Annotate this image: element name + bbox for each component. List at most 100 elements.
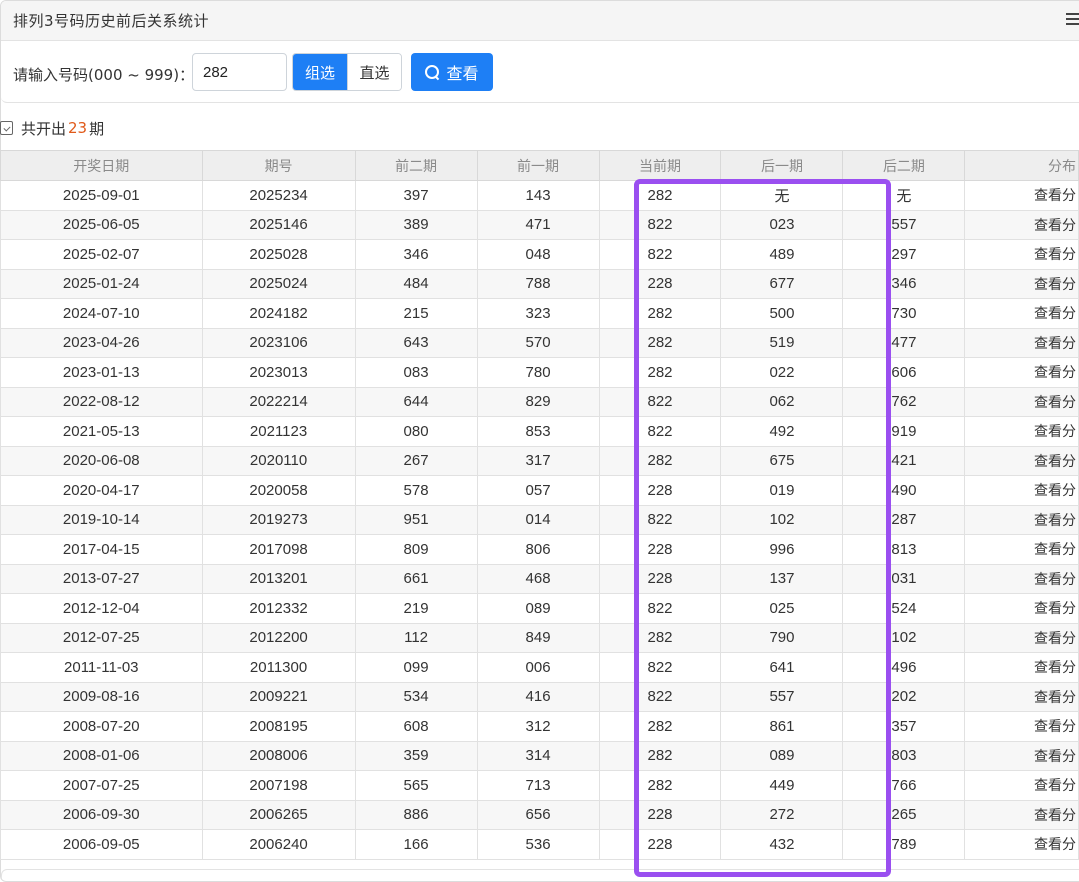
cell-current: 282 xyxy=(598,622,722,653)
cell-next1: 677 xyxy=(720,268,844,299)
cell-prev1: 057 xyxy=(476,475,600,506)
view-distribution-link[interactable]: 查看分 xyxy=(964,268,1079,299)
table-row: 2012-07-25 2012200 112 849 282 790 102 查看分 xyxy=(0,622,1079,653)
number-input[interactable] xyxy=(192,53,287,91)
column-header-next1[interactable]: 后一期 xyxy=(720,150,844,181)
cell-prev2: 578 xyxy=(354,475,478,506)
table-row: 2011-11-03 2011300 099 006 822 641 496 查看分 xyxy=(0,652,1079,683)
menu-icon[interactable] xyxy=(1066,11,1079,27)
cell-prev2: 484 xyxy=(354,268,478,299)
column-header-issue[interactable]: 期号 xyxy=(201,150,356,181)
cell-prev2: 346 xyxy=(354,239,478,270)
cell-next2: 803 xyxy=(842,740,966,771)
cell-prev2: 886 xyxy=(354,799,478,830)
cell-issue: 2023106 xyxy=(201,327,356,358)
cell-current: 228 xyxy=(598,534,722,565)
cell-date: 2007-07-25 xyxy=(0,770,203,801)
view-distribution-link[interactable]: 查看分 xyxy=(964,180,1079,211)
cell-prev2: 643 xyxy=(354,327,478,358)
cell-prev1: 312 xyxy=(476,711,600,742)
cell-date: 2006-09-30 xyxy=(0,799,203,830)
cell-current: 282 xyxy=(598,770,722,801)
cell-next1: 449 xyxy=(720,770,844,801)
cell-next2: 730 xyxy=(842,298,966,329)
cell-issue: 2013201 xyxy=(201,563,356,594)
cell-next1: 062 xyxy=(720,386,844,417)
view-distribution-link[interactable]: 查看分 xyxy=(964,829,1079,860)
cell-next2: 287 xyxy=(842,504,966,535)
view-distribution-link[interactable]: 查看分 xyxy=(964,327,1079,358)
view-distribution-link[interactable]: 查看分 xyxy=(964,770,1079,801)
cell-next2: 496 xyxy=(842,652,966,683)
cell-next2: 524 xyxy=(842,593,966,624)
column-header-next2[interactable]: 后二期 xyxy=(842,150,966,181)
cell-next2: 477 xyxy=(842,327,966,358)
cell-issue: 2023013 xyxy=(201,357,356,388)
cell-next1: 557 xyxy=(720,681,844,712)
view-distribution-link[interactable]: 查看分 xyxy=(964,475,1079,506)
table-row: 2008-07-20 2008195 608 312 282 861 357 查看分 xyxy=(0,711,1079,742)
view-distribution-link[interactable]: 查看分 xyxy=(964,209,1079,240)
view-distribution-link[interactable]: 查看分 xyxy=(964,799,1079,830)
cell-current: 282 xyxy=(598,711,722,742)
view-distribution-link[interactable]: 查看分 xyxy=(964,652,1079,683)
view-distribution-link[interactable]: 查看分 xyxy=(964,740,1079,771)
cell-next1: 432 xyxy=(720,829,844,860)
view-distribution-link[interactable]: 查看分 xyxy=(964,622,1079,653)
cell-current: 282 xyxy=(598,357,722,388)
table-row: 2021-05-13 2021123 080 853 822 492 919 查看分 xyxy=(0,416,1079,447)
cell-next1: 996 xyxy=(720,534,844,565)
table-row: 2019-10-14 2019273 951 014 822 102 287 查看分 xyxy=(0,504,1079,535)
table-row: 2012-12-04 2012332 219 089 822 025 524 查看分 xyxy=(0,593,1079,624)
view-distribution-link[interactable]: 查看分 xyxy=(964,416,1079,447)
view-distribution-link[interactable]: 查看分 xyxy=(964,563,1079,594)
column-header-date[interactable]: 开奖日期 xyxy=(0,150,203,181)
cell-current: 228 xyxy=(598,268,722,299)
cell-next2: 766 xyxy=(842,770,966,801)
cell-date: 2012-12-04 xyxy=(0,593,203,624)
view-distribution-link[interactable]: 查看分 xyxy=(964,357,1079,388)
cell-prev1: 048 xyxy=(476,239,600,270)
cell-prev2: 219 xyxy=(354,593,478,624)
cell-next2: 297 xyxy=(842,239,966,270)
cell-next1: 272 xyxy=(720,799,844,830)
cell-prev2: 080 xyxy=(354,416,478,447)
column-header-prev1[interactable]: 前一期 xyxy=(476,150,600,181)
column-header-prev2[interactable]: 前二期 xyxy=(354,150,478,181)
table-row: 2020-06-08 2020110 267 317 282 675 421 查看分 xyxy=(0,445,1079,476)
cell-next2: 606 xyxy=(842,357,966,388)
view-distribution-link[interactable]: 查看分 xyxy=(964,445,1079,476)
cell-current: 282 xyxy=(598,180,722,211)
table-row: 2025-02-07 2025028 346 048 822 489 297 查看分 xyxy=(0,239,1079,270)
view-distribution-link[interactable]: 查看分 xyxy=(964,239,1079,270)
view-distribution-link[interactable]: 查看分 xyxy=(964,534,1079,565)
cell-prev1: 416 xyxy=(476,681,600,712)
view-distribution-link[interactable]: 查看分 xyxy=(964,711,1079,742)
cell-prev2: 389 xyxy=(354,209,478,240)
cell-next1: 675 xyxy=(720,445,844,476)
cell-issue: 2025028 xyxy=(201,239,356,270)
view-distribution-link[interactable]: 查看分 xyxy=(964,504,1079,535)
cell-date: 2023-04-26 xyxy=(0,327,203,358)
cell-date: 2025-09-01 xyxy=(0,180,203,211)
cell-issue: 2012200 xyxy=(201,622,356,653)
view-distribution-link[interactable]: 查看分 xyxy=(964,298,1079,329)
cell-prev2: 644 xyxy=(354,386,478,417)
direct-mode-button[interactable]: 直选 xyxy=(347,54,401,90)
column-header-current[interactable]: 当前期 xyxy=(598,150,722,181)
query-button[interactable]: 查看 xyxy=(411,53,493,91)
cell-issue: 2006265 xyxy=(201,799,356,830)
view-distribution-link[interactable]: 查看分 xyxy=(964,681,1079,712)
cell-prev1: 853 xyxy=(476,416,600,447)
view-distribution-link[interactable]: 查看分 xyxy=(964,386,1079,417)
group-mode-button[interactable]: 组选 xyxy=(293,54,347,90)
cell-current: 282 xyxy=(598,298,722,329)
cell-date: 2025-02-07 xyxy=(0,239,203,270)
cell-date: 2022-08-12 xyxy=(0,386,203,417)
cell-date: 2017-04-15 xyxy=(0,534,203,565)
view-distribution-link[interactable]: 查看分 xyxy=(964,593,1079,624)
cell-prev1: 570 xyxy=(476,327,600,358)
cell-next2: 762 xyxy=(842,386,966,417)
column-header-distribution[interactable]: 分布 xyxy=(964,150,1079,181)
cell-issue: 2006240 xyxy=(201,829,356,860)
